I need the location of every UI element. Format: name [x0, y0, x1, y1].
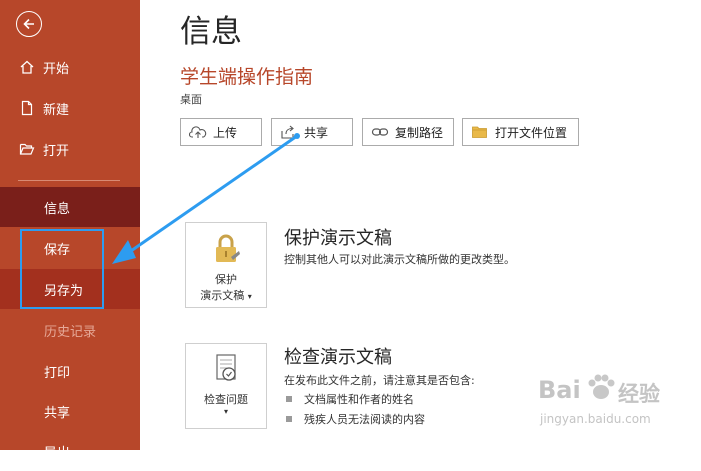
document-title: 学生端操作指南 — [180, 66, 314, 88]
sidebar-item-print[interactable]: 打印 — [0, 351, 140, 391]
chevron-down-icon: ▾ — [247, 292, 252, 301]
open-folder-icon — [19, 143, 35, 155]
sidebar-item-open[interactable]: 打开 — [0, 129, 140, 169]
share-icon — [281, 125, 294, 139]
sidebar-item-new[interactable]: 新建 — [0, 88, 140, 128]
home-icon — [20, 60, 34, 74]
sidebar-divider — [18, 180, 120, 181]
open-file-location-button[interactable]: 打开文件位置 — [462, 118, 579, 146]
copy-path-button[interactable]: 复制路径 — [362, 118, 454, 146]
sidebar-item-export[interactable]: 导出 — [0, 431, 140, 471]
protect-card-label-line1: 保护 — [215, 273, 237, 286]
watermark-text-bai: Bai — [538, 376, 581, 404]
sidebar-item-label: 另存为 — [44, 283, 84, 299]
inspect-document-icon — [216, 354, 236, 381]
paw-icon — [588, 374, 615, 399]
protect-description: 控制其他人可以对此演示文稿所做的更改类型。 — [284, 253, 515, 266]
cloud-upload-icon — [189, 126, 207, 138]
watermark-url: jingyan.baidu.com — [540, 412, 651, 426]
sidebar-item-label: 共享 — [44, 405, 71, 421]
list-item: 文档属性和作者的姓名 — [286, 391, 414, 407]
sidebar-item-info[interactable]: 信息 — [0, 187, 140, 227]
bullet-text: 残疾人员无法阅读的内容 — [304, 413, 425, 426]
list-item: 残疾人员无法阅读的内容 — [286, 411, 425, 427]
backstage-sidebar: 开始 新建 打开 信息 保存 另存为 历史记录 打印 共享 导出 — [0, 0, 140, 461]
back-button[interactable] — [16, 11, 42, 37]
bullet-square-icon — [286, 396, 292, 402]
sidebar-item-label: 打开 — [43, 143, 70, 159]
sidebar-item-label: 保存 — [44, 242, 71, 258]
sidebar-item-label: 新建 — [43, 102, 70, 118]
check-for-issues-label: 检查问题 — [204, 393, 248, 406]
protect-presentation-button[interactable]: 保护 演示文稿 ▾ — [185, 222, 267, 308]
folder-icon — [472, 126, 487, 138]
bullet-square-icon — [286, 416, 292, 422]
link-icon — [371, 128, 389, 136]
baidu-jingyan-watermark: Bai 经验 jingyan.baidu.com — [536, 370, 696, 434]
protect-card-label-line2: 演示文稿 — [200, 289, 245, 302]
check-for-issues-button[interactable]: 检查问题 ▾ — [185, 343, 267, 429]
document-location: 桌面 — [180, 93, 202, 106]
share-label: 共享 — [304, 125, 329, 140]
page-title: 信息 — [180, 14, 242, 50]
sidebar-item-share[interactable]: 共享 — [0, 391, 140, 431]
upload-label: 上传 — [213, 125, 238, 140]
sidebar-item-label: 导出 — [44, 445, 71, 461]
watermark-text-jingyan: 经验 — [618, 382, 660, 406]
lock-icon — [216, 234, 240, 262]
copy-path-label: 复制路径 — [395, 125, 444, 140]
chevron-down-icon: ▾ — [223, 407, 228, 416]
sidebar-item-history: 历史记录 — [0, 310, 140, 350]
sidebar-item-home[interactable]: 开始 — [0, 47, 140, 87]
inspect-description: 在发布此文件之前，请注意其是否包含: — [284, 374, 475, 387]
bullet-text: 文档属性和作者的姓名 — [304, 393, 414, 406]
sidebar-item-save-as[interactable]: 另存为 — [0, 269, 140, 309]
upload-button[interactable]: 上传 — [180, 118, 262, 146]
open-file-location-label: 打开文件位置 — [495, 125, 568, 140]
sidebar-item-label: 打印 — [44, 365, 71, 381]
share-button[interactable]: 共享 — [271, 118, 353, 146]
sidebar-item-label: 历史记录 — [44, 324, 97, 340]
sidebar-item-label: 信息 — [44, 201, 71, 217]
sidebar-item-save[interactable]: 保存 — [0, 228, 140, 268]
new-document-icon — [21, 100, 33, 116]
protect-heading: 保护演示文稿 — [284, 228, 392, 249]
back-arrow-icon — [23, 18, 34, 30]
sidebar-item-label: 开始 — [43, 61, 70, 77]
protect-card-label: 演示文稿 ▾ — [186, 287, 266, 303]
inspect-heading: 检查演示文稿 — [284, 347, 392, 368]
